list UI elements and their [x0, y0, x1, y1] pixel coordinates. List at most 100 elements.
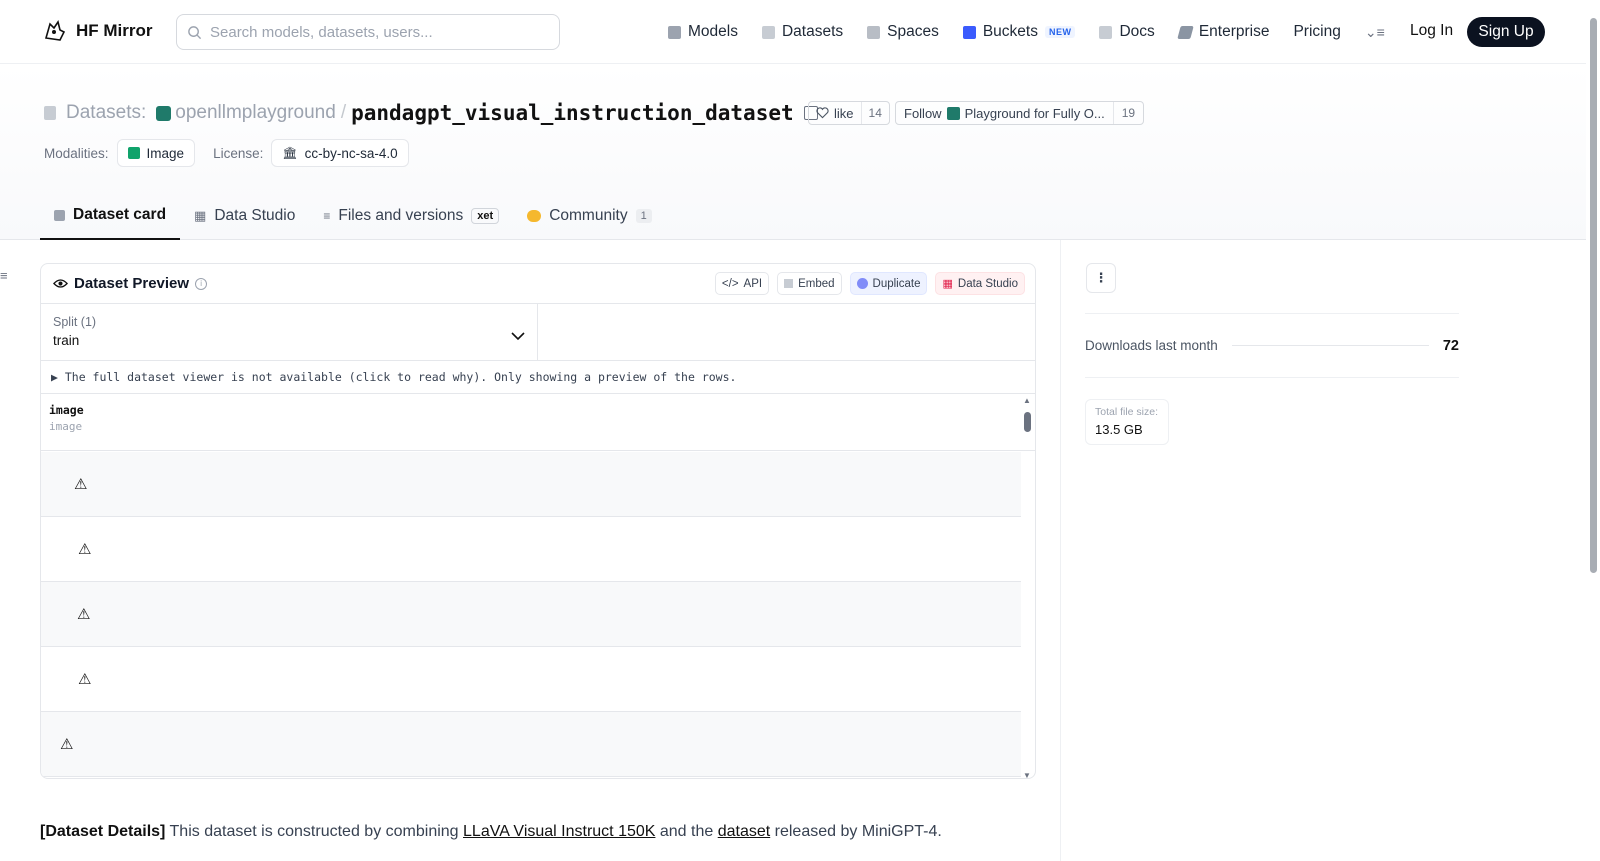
tab-label: Files and versions	[338, 207, 464, 224]
column-type: image	[49, 420, 83, 433]
downloads-divider	[1231, 345, 1429, 346]
table-row[interactable]: ⚠	[41, 712, 1021, 777]
file-size-box: Total file size: 13.5 GB	[1085, 399, 1169, 445]
tab-files[interactable]: ≡ Files and versions xet	[309, 192, 513, 240]
nav-pricing-label: Pricing	[1293, 23, 1341, 40]
nav-pricing[interactable]: Pricing	[1293, 23, 1340, 41]
search-icon	[188, 25, 202, 39]
table-row[interactable]: ⚠	[41, 582, 1021, 647]
nav-enterprise[interactable]: Enterprise	[1177, 23, 1270, 41]
page-scroll-thumb[interactable]	[1590, 18, 1597, 573]
license-tag[interactable]: 🏛 cc-by-nc-sa-4.0	[271, 139, 409, 167]
dataset-details: [Dataset Details] This dataset is constr…	[40, 823, 942, 841]
duplicate-button[interactable]: Duplicate	[849, 272, 928, 295]
like-button[interactable]: like 14	[808, 101, 890, 125]
details-text: released by MiniGPT-4.	[770, 823, 942, 840]
data-studio-button[interactable]: ▦ Data Studio	[935, 272, 1025, 295]
like-label: like	[834, 105, 854, 121]
page-scrollbar[interactable]	[1586, 0, 1600, 861]
org-avatar	[946, 106, 960, 120]
search-box[interactable]	[176, 14, 560, 50]
signup-button[interactable]: Sign Up	[1467, 17, 1545, 47]
table-row[interactable]: ⚠	[41, 647, 1021, 712]
api-button[interactable]: </> API	[714, 272, 770, 295]
search-input[interactable]	[210, 23, 540, 41]
dataset-name[interactable]: pandagpt_visual_instruction_dataset	[351, 101, 794, 125]
split-select[interactable]: Split (1) train	[41, 304, 538, 360]
grid-icon	[867, 25, 881, 39]
brand-name: HF Mirror	[76, 21, 153, 40]
info-icon[interactable]: i	[195, 277, 208, 290]
follow-button[interactable]: Follow Playground for Fully O... 19	[895, 101, 1145, 125]
bank-icon: 🏛	[282, 146, 298, 160]
warning-icon: ⚠	[78, 671, 92, 688]
dataset-meta: Modalities: Image License: 🏛 cc-by-nc-sa…	[44, 139, 419, 167]
code-icon: </>	[721, 277, 739, 290]
scroll-down-icon[interactable]: ▼	[1023, 771, 1031, 778]
table-row[interactable]: ⚠	[41, 452, 1021, 517]
more-menu-icon[interactable]: ⌄≡	[1365, 24, 1385, 41]
brand-link[interactable]: HF Mirror	[42, 18, 153, 44]
org-link[interactable]: openllmplayground	[175, 102, 336, 124]
tab-label: Data Studio	[214, 207, 296, 224]
table-row[interactable]: ⚠	[41, 517, 1021, 582]
tab-dataset-card[interactable]: Dataset card	[40, 192, 181, 240]
more-options-button[interactable]: ⋮	[1086, 263, 1116, 293]
preview-header: Dataset Preview i </> API Embed Duplicate…	[41, 264, 1035, 304]
nav-models-label: Models	[688, 23, 738, 40]
nav-spaces-label: Spaces	[887, 23, 939, 40]
nav-buckets[interactable]: Buckets NEW	[962, 23, 1076, 41]
image-icon	[127, 147, 140, 159]
table-icon: ▦	[194, 208, 207, 223]
follow-label: Follow	[904, 105, 942, 121]
files-icon: ≡	[323, 209, 331, 223]
bucket-icon	[962, 25, 976, 39]
toc-toggle-icon[interactable]: ≡	[0, 268, 8, 283]
split-row: Split (1) train	[41, 304, 1035, 361]
warning-icon: ⚠	[77, 606, 91, 623]
llava-link[interactable]: LLaVA Visual Instruct 150K	[463, 823, 655, 840]
database-icon	[761, 25, 775, 39]
modality-tag[interactable]: Image	[116, 139, 196, 167]
duplicate-icon	[856, 278, 868, 289]
nav-buckets-label: Buckets	[982, 23, 1038, 40]
tab-data-studio[interactable]: ▦ Data Studio	[180, 192, 309, 240]
preview-rows: ⚠ ⚠ ⚠ ⚠ ⚠	[41, 452, 1021, 777]
nav-enterprise-label: Enterprise	[1198, 23, 1270, 40]
community-count: 1	[635, 209, 652, 223]
nav-models[interactable]: Models	[668, 23, 738, 41]
details-text: and the	[655, 823, 718, 840]
minigpt-dataset-link[interactable]: dataset	[718, 823, 770, 840]
nav-docs[interactable]: Docs	[1099, 23, 1155, 41]
embed-button[interactable]: Embed	[777, 272, 842, 295]
top-navbar: HF Mirror Models Datasets Spaces Buckets…	[0, 0, 1586, 64]
community-icon	[527, 210, 542, 222]
preview-scrollbar[interactable]: ▲ ▼	[1021, 396, 1033, 778]
nav-datasets[interactable]: Datasets	[761, 23, 843, 41]
cube-icon	[668, 25, 681, 39]
path-separator: /	[340, 102, 347, 123]
login-link[interactable]: Log In	[1410, 22, 1453, 40]
embed-icon	[784, 279, 794, 288]
book-icon	[1099, 25, 1113, 39]
file-size-label: Total file size:	[1095, 406, 1159, 418]
section-label[interactable]: Datasets:	[66, 102, 146, 124]
split-value: train	[53, 333, 80, 348]
mirror-logo-icon	[44, 20, 66, 41]
nav-spaces[interactable]: Spaces	[867, 23, 939, 41]
heart-icon	[816, 107, 829, 119]
chevron-down-icon	[511, 332, 525, 341]
dataset-preview: Dataset Preview i </> API Embed Duplicate…	[40, 263, 1036, 779]
data-studio-label: Data Studio	[957, 277, 1018, 290]
column-header: image image	[41, 394, 1035, 451]
warning-icon: ⚠	[60, 736, 74, 753]
scroll-thumb[interactable]	[1024, 412, 1031, 432]
warning-icon: ⚠	[78, 541, 92, 558]
cube-icon	[54, 209, 65, 221]
enterprise-icon	[1177, 25, 1194, 39]
scroll-up-icon[interactable]: ▲	[1023, 396, 1031, 405]
modality-value: Image	[146, 145, 185, 161]
viewer-notice[interactable]: ▶ The full dataset viewer is not availab…	[41, 361, 1035, 394]
tab-community[interactable]: Community 1	[513, 192, 666, 240]
main-nav: Models Datasets Spaces Buckets NEW Docs …	[668, 18, 1417, 46]
